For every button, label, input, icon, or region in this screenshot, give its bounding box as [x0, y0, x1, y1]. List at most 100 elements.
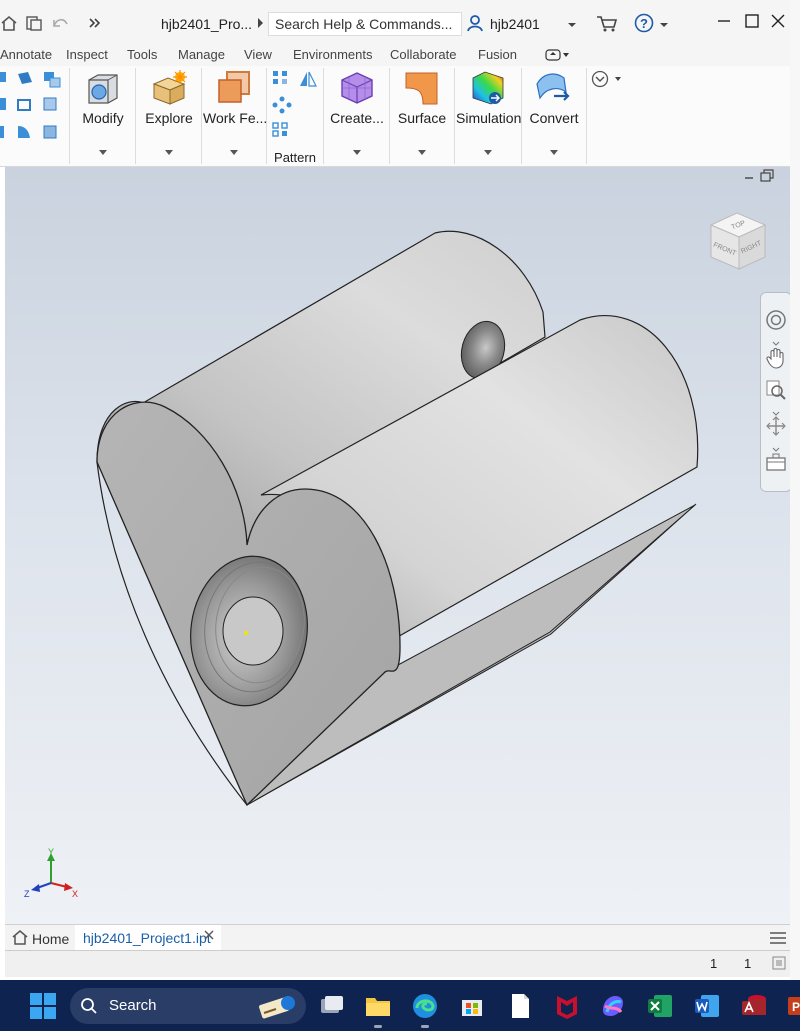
surface-dropdown-icon[interactable]	[418, 150, 426, 155]
surface-button[interactable]: Surface	[391, 66, 453, 164]
panel-options-icon[interactable]	[545, 49, 571, 64]
active-document-tab[interactable]: hjb2401_Project1.ipt	[75, 925, 221, 952]
undo-icon[interactable]	[51, 14, 69, 32]
task-view-icon[interactable]	[318, 992, 346, 1020]
help-menu-chevron-icon[interactable]	[659, 17, 677, 35]
home-tab[interactable]: Home	[32, 931, 69, 947]
axis-triad: Y X Z	[21, 847, 81, 904]
user-menu-chevron-icon[interactable]	[567, 17, 585, 35]
more-commands-icon[interactable]	[88, 14, 106, 32]
ribbon-separator	[521, 68, 522, 164]
ribbon-more-icon[interactable]	[591, 70, 625, 91]
save-copy-icon[interactable]	[25, 14, 43, 32]
tab-manage[interactable]: Manage	[178, 47, 225, 62]
svg-text:?: ?	[640, 16, 648, 31]
simulation-stress-icon	[469, 70, 507, 109]
y-axis-label: Y	[48, 847, 54, 857]
convert-icon	[534, 70, 574, 109]
cart-icon[interactable]	[596, 14, 618, 32]
create-freeform-button[interactable]: Create...	[326, 66, 388, 164]
pattern-panel: Pattern	[268, 66, 322, 165]
work-features-label: Work Fe...	[203, 110, 268, 126]
tab-tools[interactable]: Tools	[127, 47, 157, 62]
microsoft-store-icon[interactable]	[458, 992, 486, 1020]
steering-wheel-icon[interactable]	[765, 309, 787, 334]
running-indicator	[421, 1025, 429, 1028]
rectangular-pattern-icon[interactable]	[272, 70, 290, 89]
surface-icon	[403, 70, 441, 109]
title-bar: hjb2401_Pro... Search Help & Commands...…	[0, 0, 790, 48]
maximize-button[interactable]	[740, 12, 764, 36]
windows-start-icon[interactable]	[30, 993, 56, 1022]
pattern-label: Pattern	[274, 150, 316, 165]
tab-menu-icon[interactable]	[769, 930, 787, 949]
center-point-marker	[244, 631, 248, 635]
work-features-button[interactable]: Work Fe...	[203, 66, 268, 164]
tab-annotate[interactable]: Annotate	[0, 47, 52, 62]
ribbon-separator	[323, 68, 324, 164]
ribbon-separator	[201, 68, 202, 164]
work-features-dropdown-icon[interactable]	[230, 150, 238, 155]
word-icon[interactable]	[693, 992, 721, 1020]
file-explorer-icon[interactable]	[364, 992, 392, 1020]
help-search-input[interactable]: Search Help & Commands...	[268, 12, 462, 36]
taskbar-search-box[interactable]: Search	[70, 988, 306, 1024]
home-tab-icon[interactable]	[11, 929, 29, 948]
help-icon[interactable]: ?	[634, 13, 654, 33]
explore-dropdown-icon[interactable]	[165, 150, 173, 155]
circular-pattern-icon[interactable]	[272, 96, 292, 117]
3d-model-view[interactable]	[5, 167, 793, 924]
mcafee-icon[interactable]	[553, 992, 581, 1020]
tab-collaborate[interactable]: Collaborate	[390, 47, 457, 62]
simulation-button[interactable]: Simulation	[456, 66, 521, 164]
background-window-strip	[790, 0, 800, 980]
freeform-box-icon	[338, 70, 376, 109]
tab-inspect[interactable]: Inspect	[66, 47, 108, 62]
explore-button[interactable]: Explore	[138, 66, 200, 164]
search-highlight-icon	[256, 991, 302, 1024]
convert-dropdown-icon[interactable]	[550, 150, 558, 155]
close-tab-icon[interactable]	[203, 929, 215, 944]
user-name[interactable]: hjb2401	[490, 16, 540, 32]
tab-fusion[interactable]: Fusion	[478, 47, 517, 62]
work-plane-icon	[215, 70, 253, 109]
powerpoint-icon[interactable]: P	[786, 992, 800, 1020]
active-document-name[interactable]: hjb2401_Project1.ipt	[83, 930, 211, 946]
ribbon-separator	[389, 68, 390, 164]
running-indicator	[374, 1025, 382, 1028]
user-icon[interactable]	[466, 14, 484, 32]
document-title: hjb2401_Pro...	[161, 16, 253, 32]
look-at-icon[interactable]	[765, 453, 787, 476]
minimize-button[interactable]	[712, 12, 736, 36]
status-count-2: 1	[744, 956, 752, 971]
modify-button[interactable]: Modify	[72, 66, 134, 164]
zoom-icon[interactable]	[765, 379, 787, 404]
modify-dropdown-icon[interactable]	[99, 150, 107, 155]
pan-icon[interactable]	[765, 347, 787, 372]
orbit-icon[interactable]	[765, 415, 787, 440]
status-settings-icon[interactable]	[771, 955, 787, 974]
ribbon-separator	[69, 68, 70, 164]
copilot-icon[interactable]	[599, 992, 627, 1020]
mirror-icon[interactable]	[298, 70, 318, 91]
viewcube[interactable]: TOP FRONT RIGHT	[705, 207, 771, 280]
graphics-viewport[interactable]: TOP FRONT RIGHT Y X Z	[5, 167, 793, 924]
tab-view[interactable]: View	[244, 47, 272, 62]
access-icon[interactable]	[740, 992, 768, 1020]
modify-label: Modify	[82, 110, 124, 126]
edge-browser-icon[interactable]	[411, 992, 439, 1020]
simulation-dropdown-icon[interactable]	[484, 150, 492, 155]
sketch-pattern-icon[interactable]	[272, 122, 290, 141]
explore-icon	[150, 70, 188, 109]
x-axis-label: X	[72, 889, 78, 899]
home-icon[interactable]	[0, 14, 18, 32]
notepad-icon[interactable]	[506, 992, 534, 1020]
excel-icon[interactable]	[646, 992, 674, 1020]
tab-environments[interactable]: Environments	[293, 47, 372, 62]
close-button[interactable]	[766, 12, 790, 36]
modify-icon	[86, 72, 120, 109]
convert-button[interactable]: Convert	[523, 66, 585, 164]
z-axis-label: Z	[24, 889, 30, 899]
create-freeform-dropdown-icon[interactable]	[353, 150, 361, 155]
ribbon-separator	[135, 68, 136, 164]
